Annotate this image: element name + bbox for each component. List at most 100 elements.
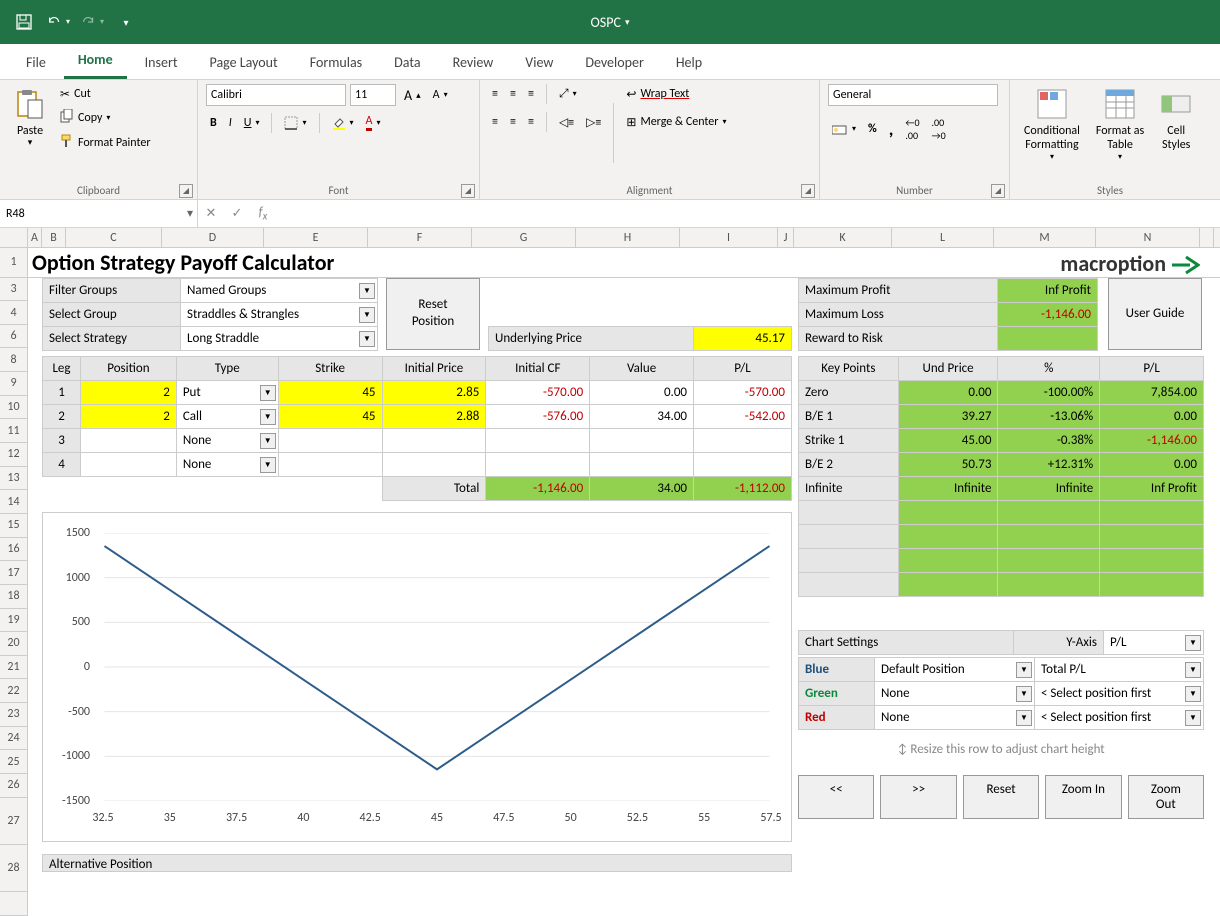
row-header[interactable]: 13 [0,467,27,491]
row-header[interactable]: 24 [0,727,27,751]
decrease-decimal-button[interactable]: .00→0 [928,114,950,144]
copy-button[interactable]: Copy ▾ [56,107,155,129]
number-launcher-icon[interactable]: ◢ [991,184,1005,198]
font-launcher-icon[interactable]: ◢ [461,184,475,198]
bold-button[interactable]: B [206,113,221,133]
row-header[interactable]: 25 [0,750,27,774]
format-painter-button[interactable]: Format Painter [56,132,155,154]
series-position-select[interactable]: Default Position▼ [875,662,1034,678]
align-bottom-icon[interactable]: ≡ [524,84,538,104]
filter-groups-select[interactable]: Named Groups▼ [181,283,377,299]
tab-formulas[interactable]: Formulas [296,46,376,79]
save-icon[interactable] [12,10,36,34]
font-size-input[interactable] [350,84,396,106]
tab-page-layout[interactable]: Page Layout [196,46,292,79]
align-right-icon[interactable]: ≡ [524,112,538,132]
italic-button[interactable]: I [225,113,236,133]
col-header[interactable]: F [368,228,472,247]
leg-strike[interactable]: 45 [278,405,382,429]
paste-button[interactable]: Paste ▾ [8,84,52,153]
align-middle-icon[interactable]: ≡ [506,84,520,104]
row-header[interactable] [0,892,27,916]
tab-developer[interactable]: Developer [571,46,657,79]
name-box[interactable]: R48▾ [0,200,198,227]
col-header[interactable]: E [264,228,368,247]
yaxis-select[interactable]: P/L▼ [1104,635,1203,651]
group-select[interactable]: Straddles & Strangles▼ [181,307,377,323]
row-header[interactable]: 15 [0,514,27,538]
row-header[interactable]: 23 [0,703,27,727]
align-left-icon[interactable]: ≡ [488,112,502,132]
tab-insert[interactable]: Insert [131,46,192,79]
leg-type-select[interactable]: Call▼ [177,409,278,425]
leg-type-select[interactable]: Put▼ [177,385,278,401]
row-header[interactable]: 27 [0,798,27,845]
col-header[interactable]: C [66,228,162,247]
col-header[interactable] [1200,228,1214,247]
leg-initial-price[interactable] [382,453,486,477]
leg-position[interactable] [80,429,176,453]
nav-[interactable]: << [798,775,874,819]
row-header[interactable]: 11 [0,419,27,443]
row-header[interactable]: 8 [0,348,27,372]
tab-help[interactable]: Help [662,46,716,79]
strategy-select[interactable]: Long Straddle▼ [181,331,377,347]
underline-button[interactable]: U ▾ [240,113,264,133]
row-header[interactable]: 3 [0,278,27,302]
row-header[interactable]: 19 [0,609,27,633]
col-header[interactable]: J [778,228,794,247]
alignment-launcher-icon[interactable]: ◢ [801,184,815,198]
underlying-price-value[interactable]: 45.17 [694,327,792,351]
col-header[interactable]: K [794,228,892,247]
nav-[interactable]: >> [880,775,956,819]
leg-strike[interactable] [278,429,382,453]
fill-color-button[interactable]: ▾ [328,113,358,133]
align-top-icon[interactable]: ≡ [488,84,502,104]
row-header[interactable]: 12 [0,443,27,467]
leg-position[interactable]: 2 [80,405,176,429]
accounting-format-button[interactable]: ▾ [828,119,860,139]
row-header[interactable]: 28 [0,845,27,892]
col-header[interactable]: M [994,228,1096,247]
tab-file[interactable]: File [12,46,60,79]
col-header[interactable]: H [576,228,680,247]
row-header[interactable]: 16 [0,538,27,562]
series-plot-select[interactable]: Total P/L▼ [1035,662,1203,678]
wrap-text-button[interactable]: ↩ Wrap Text [622,84,730,104]
leg-position[interactable]: 2 [80,381,176,405]
nav-reset[interactable]: Reset [963,775,1039,819]
conditional-formatting-button[interactable]: Conditional Formatting ▾ [1018,84,1086,166]
row-header[interactable]: 4 [0,301,27,325]
col-header[interactable]: A [28,228,42,247]
row-header[interactable]: 21 [0,656,27,680]
indent-decrease-icon[interactable]: ◁≡ [555,112,578,132]
leg-initial-price[interactable]: 2.85 [382,381,486,405]
nav-zoom-in[interactable]: Zoom In [1045,775,1121,819]
series-position-select[interactable]: None▼ [875,710,1034,726]
tab-home[interactable]: Home [64,43,127,79]
tab-data[interactable]: Data [380,46,434,79]
user-guide-button[interactable]: User Guide [1108,278,1202,350]
col-header[interactable]: I [680,228,778,247]
comma-button[interactable]: , [885,116,898,142]
col-header[interactable]: N [1096,228,1200,247]
row-header[interactable]: 14 [0,490,27,514]
series-position-select[interactable]: None▼ [875,686,1034,702]
row-header[interactable]: 9 [0,372,27,396]
leg-strike[interactable]: 45 [278,381,382,405]
indent-increase-icon[interactable]: ▷≡ [582,112,605,132]
increase-decimal-button[interactable]: ←0.00 [901,114,923,144]
merge-center-button[interactable]: ⊞ Merge & Center ▾ [622,112,730,132]
cancel-formula-icon[interactable]: ✕ [198,200,224,227]
qat-customize-icon[interactable]: ▾ [114,10,138,34]
row-header[interactable]: 6 [0,325,27,349]
accept-formula-icon[interactable]: ✓ [224,200,250,227]
font-name-input[interactable] [206,84,346,106]
leg-type-select[interactable]: None▼ [177,457,278,473]
row-header[interactable]: 10 [0,396,27,420]
col-header[interactable] [0,228,28,247]
clipboard-launcher-icon[interactable]: ◢ [179,184,193,198]
leg-position[interactable] [80,453,176,477]
format-as-table-button[interactable]: Format as Table ▾ [1090,84,1150,166]
row-header[interactable]: 17 [0,561,27,585]
